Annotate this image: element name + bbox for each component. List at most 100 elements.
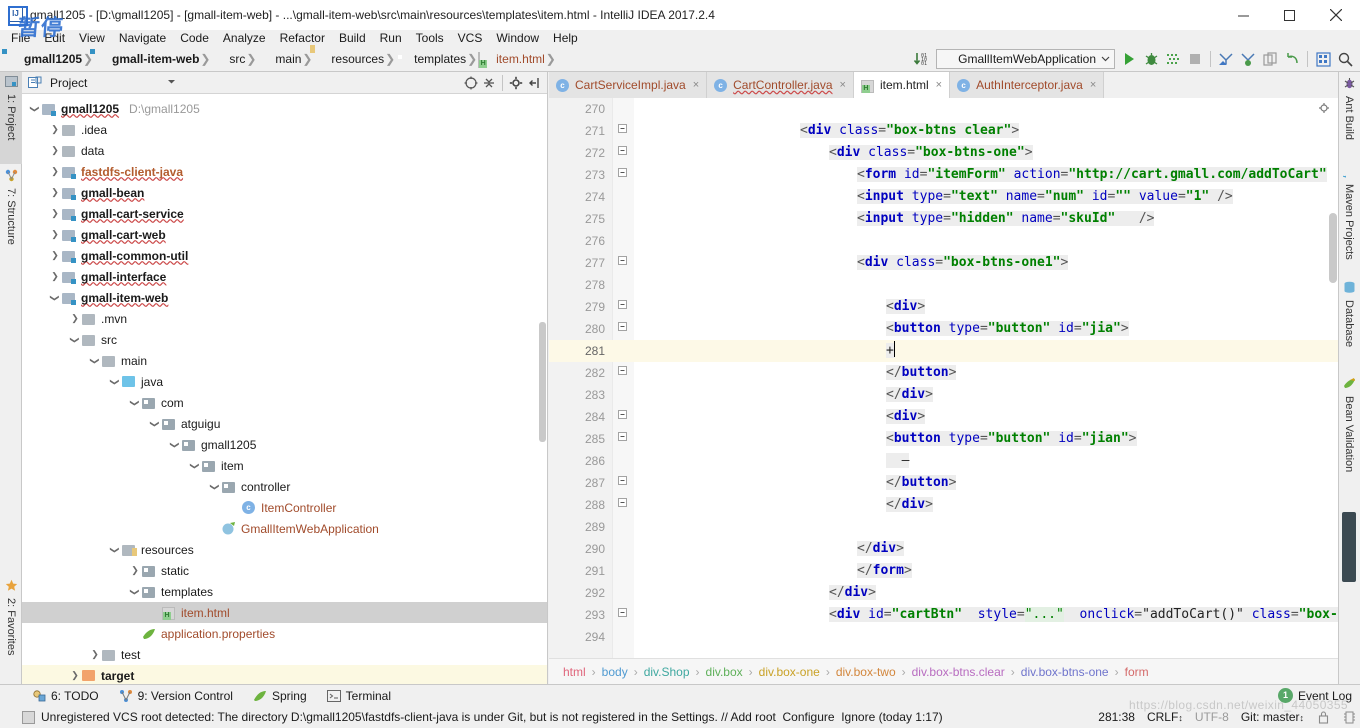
sidebar-item-ant-build[interactable]: Ant Build bbox=[1338, 74, 1360, 158]
editor-scrollbar[interactable] bbox=[1329, 213, 1337, 283]
vcs-update-icon[interactable] bbox=[1215, 48, 1237, 70]
menu-analyze[interactable]: Analyze bbox=[216, 30, 273, 46]
chevron-right-icon[interactable]: ❯ bbox=[68, 312, 82, 326]
code-line[interactable]: 280 <button type="button" id="jia"> bbox=[549, 318, 1338, 340]
close-icon[interactable]: × bbox=[1090, 79, 1096, 91]
fold-toggle-icon[interactable] bbox=[615, 494, 629, 516]
code-line[interactable]: 285 <button type="button" id="jian"> bbox=[549, 428, 1338, 450]
sidebar-item-favorites[interactable]: 2: Favorites bbox=[0, 576, 22, 684]
tree-node-target[interactable]: ❯ target bbox=[22, 665, 547, 684]
tree-node-gmall-item-web[interactable]: ❯ gmall-item-web bbox=[22, 287, 547, 308]
settings-layout-icon[interactable] bbox=[1312, 48, 1334, 70]
tree-node-data[interactable]: ❯ data bbox=[22, 140, 547, 161]
chevron-down-icon[interactable]: ❯ bbox=[128, 396, 142, 410]
chevron-down-icon[interactable] bbox=[167, 77, 176, 88]
code-line[interactable]: 271 <div class="box-btns clear"> bbox=[549, 120, 1338, 142]
menu-vcs[interactable]: VCS bbox=[451, 30, 490, 46]
editor-breadcrumb-item[interactable]: div.Shop bbox=[644, 665, 690, 679]
collapse-all-icon[interactable] bbox=[480, 74, 498, 92]
status-action-configure[interactable]: Configure bbox=[783, 710, 835, 724]
file-encoding[interactable]: UTF-8 bbox=[1195, 710, 1229, 724]
breadcrumb-item-main[interactable]: main ❯ bbox=[257, 46, 313, 72]
code-line[interactable]: 272 <div class="box-btns-one"> bbox=[549, 142, 1338, 164]
code-line[interactable]: 273 <form id="itemForm" action="http://ca… bbox=[549, 164, 1338, 186]
code-line[interactable]: 281 + bbox=[549, 340, 1338, 362]
tree-node-test[interactable]: ❯ test bbox=[22, 644, 547, 665]
code-line[interactable]: 279 <div> bbox=[549, 296, 1338, 318]
chevron-right-icon[interactable]: ❯ bbox=[48, 249, 62, 263]
git-branch[interactable]: Git: master↕ bbox=[1241, 710, 1304, 724]
close-button[interactable] bbox=[1312, 0, 1360, 30]
run-icon[interactable] bbox=[1118, 48, 1140, 70]
memory-indicator-icon[interactable] bbox=[1343, 711, 1355, 724]
fold-toggle-icon[interactable] bbox=[615, 164, 629, 186]
editor-tab-cartcontroller-java[interactable]: c CartController.java × bbox=[707, 72, 854, 98]
code-line[interactable]: 276 bbox=[549, 230, 1338, 252]
tree-node-item-html[interactable]: item.html bbox=[22, 602, 547, 623]
code-line[interactable]: 274 <input type="text" name="num" id="" v… bbox=[549, 186, 1338, 208]
code-line[interactable]: 275 <input type="hidden" name="skuId" /> bbox=[549, 208, 1338, 230]
code-line[interactable]: 283 </div> bbox=[549, 384, 1338, 406]
debug-icon[interactable] bbox=[1140, 48, 1162, 70]
editor-breadcrumb-item[interactable]: div.box bbox=[706, 665, 743, 679]
tree-node-gmall-bean[interactable]: ❯ gmall-bean bbox=[22, 182, 547, 203]
chevron-right-icon[interactable]: ❯ bbox=[48, 270, 62, 284]
code-line[interactable]: 290 </div> bbox=[549, 538, 1338, 560]
fold-toggle-icon[interactable] bbox=[615, 604, 629, 626]
code-line[interactable]: 270 bbox=[549, 98, 1338, 120]
inspection-status-icon[interactable] bbox=[1318, 102, 1329, 113]
run-with-coverage-icon[interactable] bbox=[1162, 48, 1184, 70]
tree-node-gmall-cart-web[interactable]: ❯ gmall-cart-web bbox=[22, 224, 547, 245]
caret-position[interactable]: 281:38 bbox=[1098, 710, 1135, 724]
menu-code[interactable]: Code bbox=[173, 30, 216, 46]
code-line[interactable]: 288 </div> bbox=[549, 494, 1338, 516]
chevron-down-icon[interactable]: ❯ bbox=[28, 102, 42, 116]
chevron-down-icon[interactable]: ❯ bbox=[68, 333, 82, 347]
tree-node-templates[interactable]: ❯ templates bbox=[22, 581, 547, 602]
chevron-down-icon[interactable]: ❯ bbox=[108, 543, 122, 557]
search-everywhere-icon[interactable] bbox=[1334, 48, 1356, 70]
tree-node-itemcontroller[interactable]: c ItemController bbox=[22, 497, 547, 518]
status-action-add-root[interactable]: Add root bbox=[730, 710, 775, 724]
status-action-ignore[interactable]: Ignore bbox=[841, 710, 875, 724]
editor-breadcrumb-item[interactable]: div.box-two bbox=[836, 665, 896, 679]
tree-node-resources[interactable]: ❯ resources bbox=[22, 539, 547, 560]
gear-icon[interactable] bbox=[507, 74, 525, 92]
code-line[interactable]: 289 bbox=[549, 516, 1338, 538]
chevron-down-icon[interactable]: ❯ bbox=[48, 291, 62, 305]
editor-breadcrumb-item[interactable]: div.box-one bbox=[759, 665, 820, 679]
editor-breadcrumb-item[interactable]: div.box-btns.clear bbox=[912, 665, 1005, 679]
chevron-right-icon[interactable]: ❯ bbox=[48, 165, 62, 179]
chevron-right-icon[interactable]: ❯ bbox=[48, 123, 62, 137]
fold-toggle-icon[interactable] bbox=[615, 362, 629, 384]
menu-run[interactable]: Run bbox=[373, 30, 409, 46]
menu-navigate[interactable]: Navigate bbox=[112, 30, 173, 46]
editor-breadcrumb[interactable]: html › body › div.Shop › div.box › div.box-one › d… bbox=[549, 658, 1338, 684]
minimize-button[interactable] bbox=[1220, 0, 1266, 30]
breadcrumb-item-resources[interactable]: resources ❯ bbox=[313, 46, 396, 72]
run-configuration-selector[interactable]: GmallItemWebApplication bbox=[936, 49, 1115, 69]
editor-breadcrumb-item[interactable]: div.box-btns-one bbox=[1021, 665, 1109, 679]
fold-toggle-icon[interactable] bbox=[615, 472, 629, 494]
chevron-down-icon[interactable]: ❯ bbox=[108, 375, 122, 389]
chevron-down-icon[interactable]: ❯ bbox=[128, 585, 142, 599]
chevron-right-icon[interactable]: ❯ bbox=[48, 144, 62, 158]
sidebar-item-bean-validation[interactable]: Bean Validation bbox=[1338, 374, 1360, 502]
chevron-right-icon[interactable]: ❯ bbox=[128, 564, 142, 578]
menu-view[interactable]: View bbox=[72, 30, 112, 46]
chevron-right-icon[interactable]: ❯ bbox=[48, 186, 62, 200]
code-line[interactable]: 277 <div class="box-btns-one1"> bbox=[549, 252, 1338, 274]
tree-node-gmall-cart-service[interactable]: ❯ gmall-cart-service bbox=[22, 203, 547, 224]
breadcrumb-item-gmall-item-web[interactable]: gmall-item-web ❯ bbox=[94, 46, 211, 72]
fold-toggle-icon[interactable] bbox=[615, 428, 629, 450]
tree-node--idea[interactable]: ❯ .idea bbox=[22, 119, 547, 140]
maximize-button[interactable] bbox=[1266, 0, 1312, 30]
tree-node-gmall-interface[interactable]: ❯ gmall-interface bbox=[22, 266, 547, 287]
breadcrumb-item-templates[interactable]: templates ❯ bbox=[396, 46, 478, 72]
code-line[interactable]: 278 bbox=[549, 274, 1338, 296]
tree-node--mvn[interactable]: ❯ .mvn bbox=[22, 308, 547, 329]
tree-node-gmall-common-util[interactable]: ❯ gmall-common-util bbox=[22, 245, 547, 266]
hide-panel-icon[interactable] bbox=[525, 74, 543, 92]
code-lines[interactable]: 270 271 <div class="box-btns clear"> 272 <di… bbox=[549, 98, 1338, 658]
editor-breadcrumb-item[interactable]: html bbox=[563, 665, 586, 679]
